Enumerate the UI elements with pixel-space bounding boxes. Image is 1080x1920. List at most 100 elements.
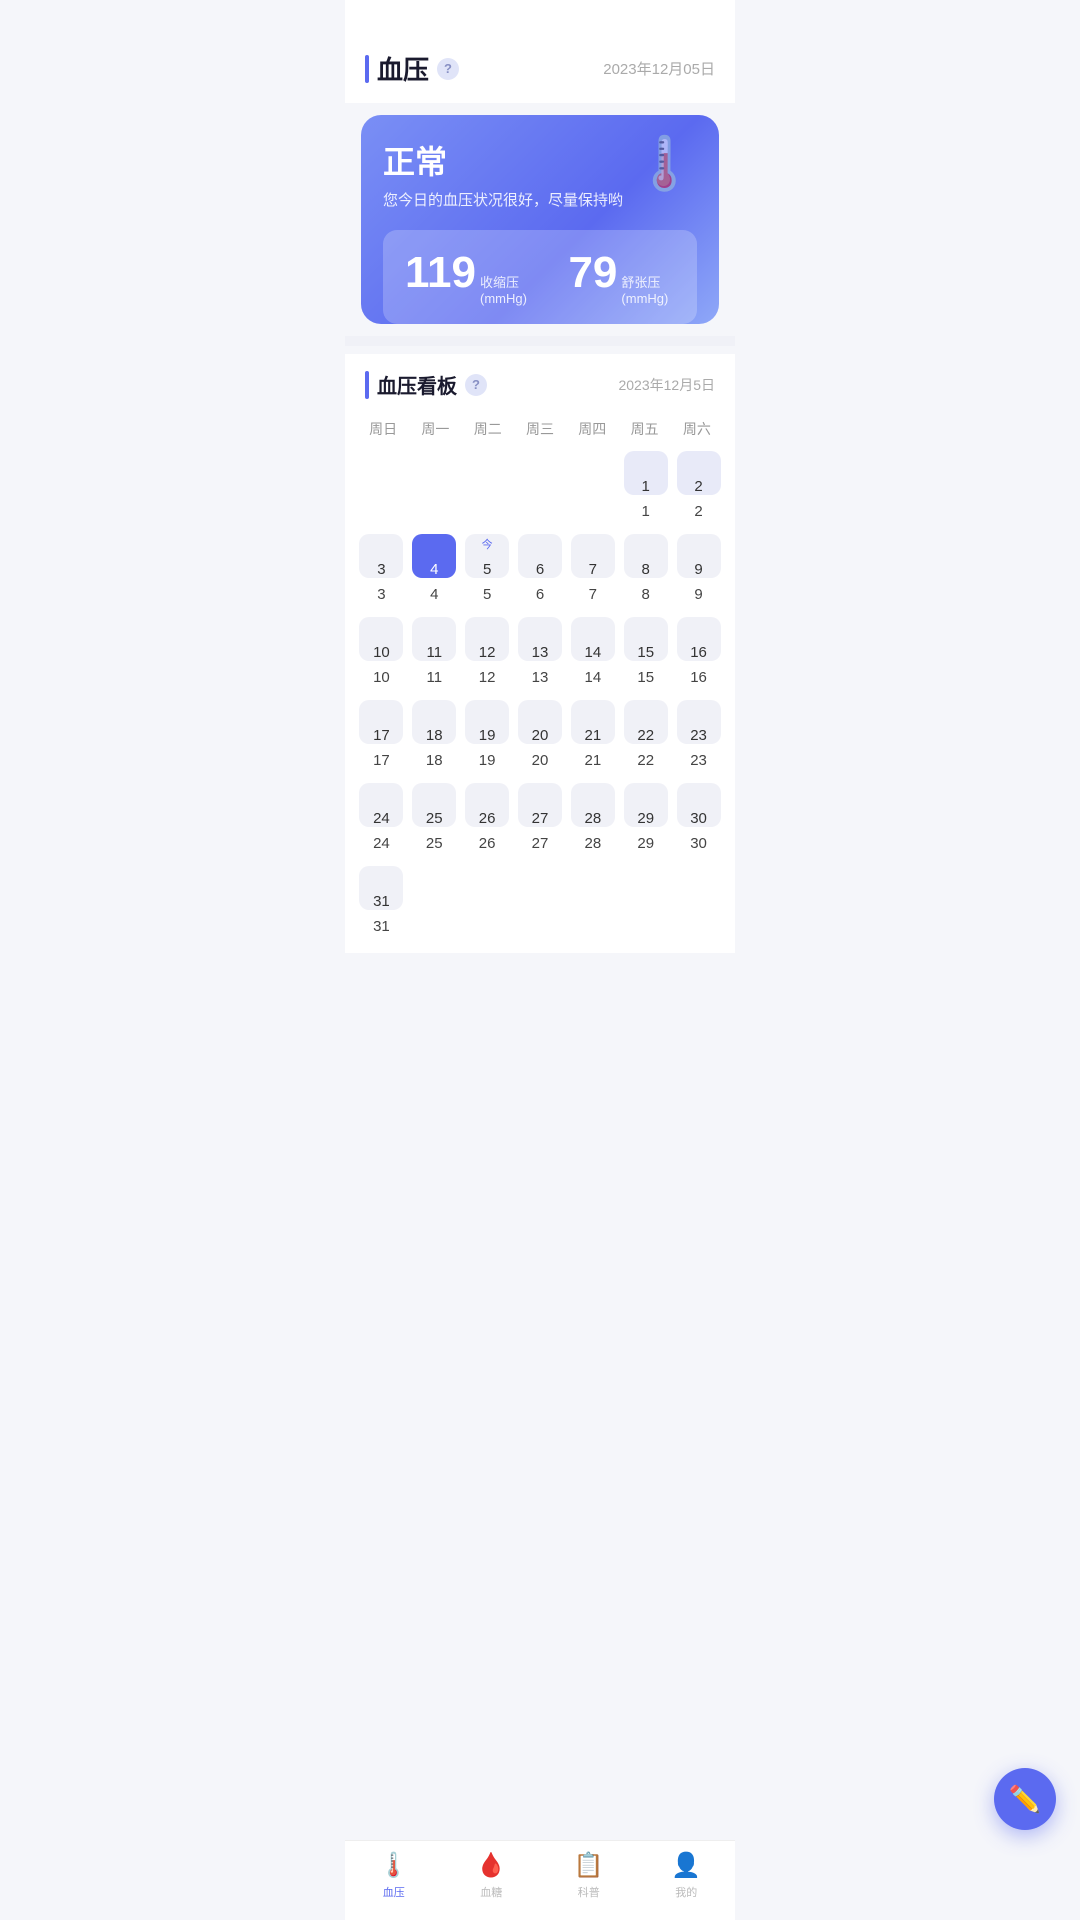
kanban-date: 2023年12月5日 xyxy=(618,375,715,395)
weekday-wed: 周三 xyxy=(514,415,566,443)
mine-nav-icon: 👤 xyxy=(671,1851,701,1880)
day-number: 28 xyxy=(585,810,602,827)
calendar-cell[interactable]: 2525 xyxy=(410,779,459,858)
calendar-cell[interactable] xyxy=(568,862,617,941)
day-number: 18 xyxy=(426,727,443,744)
calendar-cell[interactable]: 1818 xyxy=(410,696,459,775)
day-number: 4 xyxy=(430,561,438,578)
day-number: 21 xyxy=(585,727,602,744)
calendar-cell[interactable]: 1717 xyxy=(357,696,406,775)
day-number-below: 9 xyxy=(694,586,702,603)
weekday-thu: 周四 xyxy=(566,415,618,443)
day-number: 20 xyxy=(532,727,549,744)
calendar-cell[interactable] xyxy=(357,447,406,526)
day-number-below: 27 xyxy=(532,835,549,852)
day-number: 29 xyxy=(637,810,654,827)
calendar-cell[interactable]: 1313 xyxy=(516,613,565,692)
day-number-below: 26 xyxy=(479,835,496,852)
day-number-below: 25 xyxy=(426,835,443,852)
calendar-cell[interactable]: 今55 xyxy=(463,530,512,609)
diastolic-reading: 79 舒张压(mmHg) xyxy=(568,248,675,306)
calendar-cell[interactable]: 1010 xyxy=(357,613,406,692)
bottom-navigation: 🌡️ 血压 🩸 血糖 📋 科普 👤 我的 xyxy=(345,1840,735,1920)
day-number: 14 xyxy=(585,644,602,661)
calendar-cell[interactable] xyxy=(463,862,512,941)
calendar-cell[interactable] xyxy=(621,862,670,941)
calendar-cell[interactable]: 2020 xyxy=(516,696,565,775)
header-left: 血压 ? xyxy=(365,50,459,87)
calendar-cell[interactable] xyxy=(463,447,512,526)
nav-item-science[interactable]: 📋 科普 xyxy=(540,1851,638,1900)
readings-box: 119 收缩压(mmHg) 79 舒张压(mmHg) xyxy=(383,230,697,324)
calendar-cell[interactable]: 33 xyxy=(357,530,406,609)
calendar: 周日 周一 周二 周三 周四 周五 周六 11223344今5566778899… xyxy=(345,407,735,953)
kanban-accent-bar xyxy=(365,371,369,399)
calendar-cell[interactable]: 88 xyxy=(621,530,670,609)
calendar-cell[interactable]: 1919 xyxy=(463,696,512,775)
calendar-cell[interactable]: 2222 xyxy=(621,696,670,775)
status-label: 正常 xyxy=(383,137,623,183)
status-description: 您今日的血压状况很好，尽量保持哟 xyxy=(383,189,623,210)
help-icon[interactable]: ? xyxy=(437,58,459,80)
weekday-fri: 周五 xyxy=(618,415,670,443)
calendar-cell[interactable]: 11 xyxy=(621,447,670,526)
day-number: 1 xyxy=(642,478,650,495)
kanban-header-left: 血压看板 ? xyxy=(365,370,487,399)
calendar-cell[interactable]: 2727 xyxy=(516,779,565,858)
diastolic-value: 79 xyxy=(568,248,617,298)
day-number: 17 xyxy=(373,727,390,744)
nav-item-mine[interactable]: 👤 我的 xyxy=(638,1851,736,1900)
nav-label-blood-sugar: 血糖 xyxy=(480,1884,502,1900)
day-number: 16 xyxy=(690,644,707,661)
header: 血压 ? 2023年12月05日 xyxy=(345,0,735,103)
day-number-below: 30 xyxy=(690,835,707,852)
calendar-cell[interactable]: 1515 xyxy=(621,613,670,692)
calendar-cell[interactable] xyxy=(410,862,459,941)
day-number-below: 22 xyxy=(637,752,654,769)
kanban-help-icon[interactable]: ? xyxy=(465,374,487,396)
calendar-cell[interactable] xyxy=(516,447,565,526)
calendar-cell[interactable] xyxy=(516,862,565,941)
nav-item-blood-pressure[interactable]: 🌡️ 血压 xyxy=(345,1851,443,1900)
calendar-cell[interactable]: 44 xyxy=(410,530,459,609)
calendar-cell[interactable] xyxy=(568,447,617,526)
calendar-cell[interactable]: 1616 xyxy=(674,613,723,692)
calendar-cell[interactable]: 2121 xyxy=(568,696,617,775)
calendar-cell[interactable]: 2929 xyxy=(621,779,670,858)
day-number-below: 28 xyxy=(585,835,602,852)
calendar-cell[interactable]: 2323 xyxy=(674,696,723,775)
calendar-cell[interactable]: 66 xyxy=(516,530,565,609)
day-number: 10 xyxy=(373,644,390,661)
day-number: 12 xyxy=(479,644,496,661)
calendar-cell[interactable]: 2626 xyxy=(463,779,512,858)
science-nav-icon: 📋 xyxy=(574,1851,604,1880)
nav-item-blood-sugar[interactable]: 🩸 血糖 xyxy=(443,1851,541,1900)
systolic-unit: 收缩压(mmHg) xyxy=(480,272,528,306)
calendar-cell[interactable]: 1414 xyxy=(568,613,617,692)
day-number-below: 2 xyxy=(694,503,702,520)
calendar-cell[interactable]: 3131 xyxy=(357,862,406,941)
calendar-cell[interactable]: 77 xyxy=(568,530,617,609)
calendar-cell[interactable]: 2424 xyxy=(357,779,406,858)
weekday-sun: 周日 xyxy=(357,415,409,443)
calendar-cell[interactable]: 2828 xyxy=(568,779,617,858)
day-number: 15 xyxy=(637,644,654,661)
day-number-below: 24 xyxy=(373,835,390,852)
calendar-cell[interactable]: 1212 xyxy=(463,613,512,692)
day-number-below: 11 xyxy=(426,669,442,686)
day-number-below: 13 xyxy=(532,669,549,686)
weekday-tue: 周二 xyxy=(462,415,514,443)
day-number-below: 23 xyxy=(690,752,707,769)
day-number: 11 xyxy=(426,644,442,661)
calendar-cell[interactable]: 1111 xyxy=(410,613,459,692)
calendar-cell[interactable]: 99 xyxy=(674,530,723,609)
calendar-cell[interactable] xyxy=(674,862,723,941)
page-title: 血压 xyxy=(377,50,429,87)
calendar-cell[interactable]: 22 xyxy=(674,447,723,526)
calendar-cell[interactable]: 3030 xyxy=(674,779,723,858)
day-number: 5 xyxy=(483,561,491,578)
systolic-value: 119 xyxy=(405,248,476,298)
calendar-cell[interactable] xyxy=(410,447,459,526)
add-record-button[interactable]: ✏️ xyxy=(994,1768,1056,1830)
day-number-below: 21 xyxy=(585,752,602,769)
